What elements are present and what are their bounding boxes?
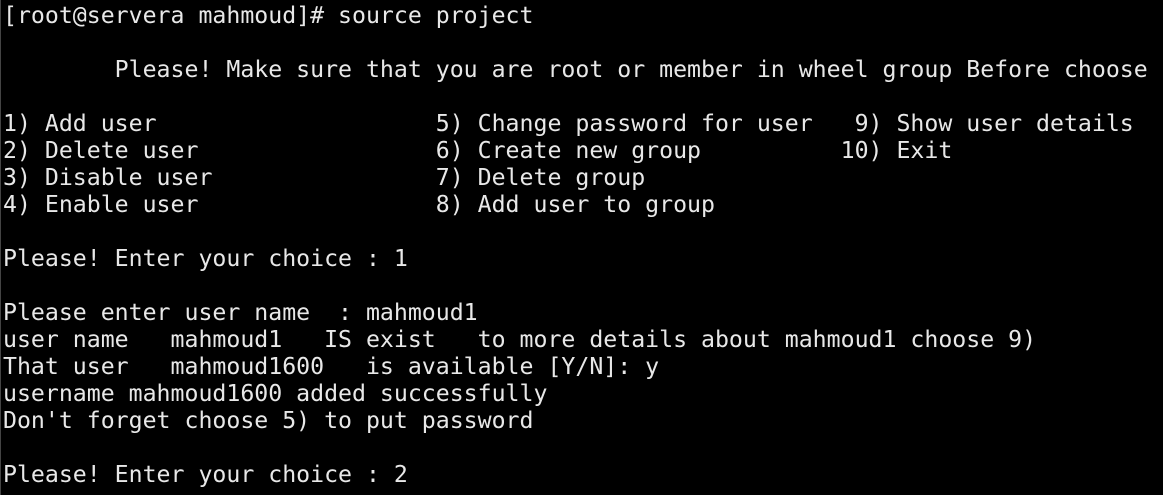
username-prompt-line: Please enter user name : mahmoud1 bbox=[3, 299, 478, 326]
menu-row-4: 4) Enable user 8) Add user to group bbox=[3, 191, 715, 218]
terminal-window[interactable]: [root@servera mahmoud]# source project P… bbox=[0, 0, 1163, 495]
user-exists-message: user name mahmoud1 IS exist to more deta… bbox=[3, 326, 1037, 353]
menu-row-2: 2) Delete user 6) Create new group 10) E… bbox=[3, 137, 953, 164]
availability-prompt-line: That user mahmoud1600 is available [Y/N]… bbox=[3, 353, 660, 380]
current-choice-prompt-line[interactable]: Please! Enter your choice : 2 bbox=[3, 461, 1163, 488]
warning-message: Please! Make sure that you are root or m… bbox=[3, 56, 1148, 83]
shell-prompt-line: [root@servera mahmoud]# source project bbox=[3, 2, 534, 29]
menu-row-3: 3) Disable user 7) Delete group bbox=[3, 164, 646, 191]
choice-prompt-line: Please! Enter your choice : 1 bbox=[3, 245, 408, 272]
menu-row-1: 1) Add user 5) Change password for user … bbox=[3, 110, 1134, 137]
reminder-message: Don't forget choose 5) to put password bbox=[3, 407, 534, 434]
success-message: username mahmoud1600 added successfully bbox=[3, 380, 548, 407]
